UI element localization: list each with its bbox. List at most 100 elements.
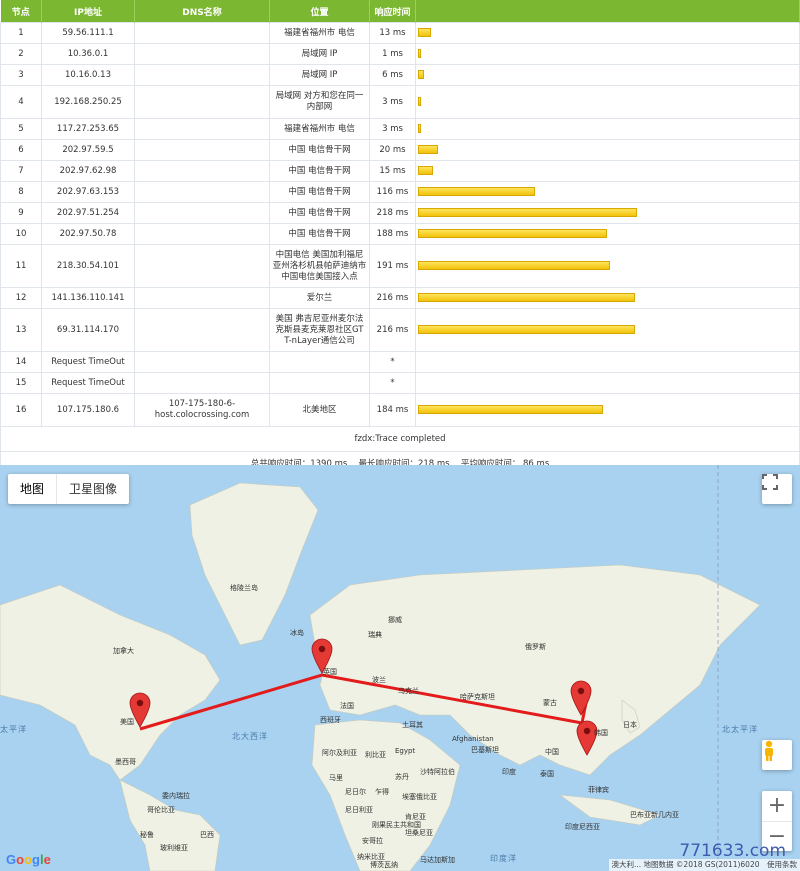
ip-cell: 59.56.111.1: [41, 22, 135, 44]
location-cell: 中国电信 美国加利福尼亚州洛杉机县帕萨迪纳市中国电信美国接入点: [269, 244, 370, 288]
greenland-shape: [189, 482, 319, 646]
trace-row: 2 10.36.0.1 局域网 IP 1 ms: [0, 43, 800, 65]
response-time-cell: 15 ms: [369, 160, 416, 182]
ip-cell: 107.175.180.6: [41, 393, 135, 427]
dns-cell: [134, 85, 270, 119]
trace-row: 1 59.56.111.1 福建省福州市 电信 13 ms: [0, 22, 800, 44]
label-niger: 尼日尔: [345, 788, 366, 796]
col-ip: IP地址: [41, 0, 135, 23]
ip-cell: Request TimeOut: [41, 351, 135, 373]
dns-cell: [134, 118, 270, 140]
label-france: 法国: [340, 702, 354, 710]
dns-cell: [134, 22, 270, 44]
response-time-bar: [418, 27, 431, 37]
response-time-cell: 13 ms: [369, 22, 416, 44]
col-dns: DNS名称: [134, 0, 270, 23]
hop-cell: 12: [0, 287, 42, 309]
ip-cell: 192.168.250.25: [41, 85, 135, 119]
label-chad: 乍得: [375, 788, 389, 796]
label-venezuela: 委内瑞拉: [162, 792, 190, 800]
map-type-map-button[interactable]: 地图: [8, 474, 56, 504]
label-sudan: 苏丹: [395, 773, 409, 781]
pegman-icon: [765, 740, 773, 761]
ip-cell: 10.16.0.13: [41, 64, 135, 86]
map-type-satellite-button[interactable]: 卫星图像: [56, 474, 129, 504]
dns-cell: [134, 202, 270, 224]
label-turkey: 土耳其: [402, 721, 423, 729]
trace-row: 4 192.168.250.25 局域网 对方和您在同一内部网 3 ms: [0, 85, 800, 119]
response-bar-cell: [415, 351, 800, 373]
response-bar-cell: [415, 43, 800, 65]
trace-row: 9 202.97.51.254 中国 电信骨干网 218 ms: [0, 202, 800, 224]
location-cell: [269, 372, 370, 394]
location-cell: 美国 弗吉尼亚州麦尔法克斯县麦克莱恩社区GT T-nLayer通信公司: [269, 308, 370, 352]
zoom-in-button[interactable]: +: [762, 791, 792, 822]
location-cell: 福建省福州市 电信: [269, 118, 370, 140]
label-angola: 安哥拉: [362, 837, 383, 845]
ocean-pacific-left: 太平洋: [0, 725, 27, 734]
map-attribution[interactable]: 澳大利... 地图数据 ©2018 GS(2011)6020 使用条款: [608, 859, 800, 871]
hop-cell: 8: [0, 181, 42, 203]
trace-row: 15 Request TimeOut *: [0, 372, 800, 394]
dns-cell: [134, 64, 270, 86]
label-indonesia: 印度尼西亚: [565, 823, 600, 831]
trace-row: 14 Request TimeOut *: [0, 351, 800, 373]
ip-cell: 141.136.110.141: [41, 287, 135, 309]
response-bar-cell: [415, 139, 800, 161]
response-time-bar: [418, 260, 610, 270]
world-map-canvas: [0, 465, 761, 871]
response-bar-cell: [415, 118, 800, 140]
dns-cell: [134, 351, 270, 373]
response-bar-cell: [415, 393, 800, 427]
response-time-cell: 218 ms: [369, 202, 416, 224]
ip-cell: 117.27.253.65: [41, 118, 135, 140]
label-india: 印度: [502, 768, 516, 776]
response-time-bar: [418, 292, 635, 302]
response-time-bar: [418, 207, 637, 217]
trace-row: 7 202.97.62.98 中国 电信骨干网 15 ms: [0, 160, 800, 182]
trace-row: 5 117.27.253.65 福建省福州市 电信 3 ms: [0, 118, 800, 140]
dns-cell: [134, 223, 270, 245]
fullscreen-button[interactable]: [762, 474, 792, 504]
label-brazil: 巴西: [200, 831, 214, 839]
trace-row: 16 107.175.180.6 107-175-180-6-host.colocr…: [0, 393, 800, 427]
fullscreen-icon: [762, 474, 778, 490]
map-type-control: 地图 卫星图像: [8, 474, 130, 504]
label-tanzania: 坦桑尼亚: [405, 829, 433, 837]
hop-cell: 5: [0, 118, 42, 140]
label-botswana: 博茨瓦纳: [370, 861, 398, 869]
label-korea: 韩国: [594, 729, 608, 737]
location-cell: 北美地区: [269, 393, 370, 427]
label-mali: 马里: [329, 774, 343, 782]
response-bar-cell: [415, 202, 800, 224]
response-time-cell: 3 ms: [369, 118, 416, 140]
response-time-cell: 184 ms: [369, 393, 416, 427]
ip-cell: 218.30.54.101: [41, 244, 135, 288]
ocean-indian: 印度洋: [490, 854, 517, 863]
location-cell: [269, 351, 370, 373]
location-cell: 中国 电信骨干网: [269, 160, 370, 182]
response-time-cell: 6 ms: [369, 64, 416, 86]
response-time-bar: [418, 123, 421, 133]
hop-cell: 2: [0, 43, 42, 65]
response-time-cell: 188 ms: [369, 223, 416, 245]
google-logo[interactable]: Google: [6, 852, 51, 867]
label-pakistan: 巴基斯坦: [471, 746, 499, 754]
hop-cell: 7: [0, 160, 42, 182]
ip-cell: 202.97.62.98: [41, 160, 135, 182]
response-time-bar: [418, 48, 421, 58]
hop-cell: 14: [0, 351, 42, 373]
trace-row: 10 202.97.50.78 中国 电信骨干网 188 ms: [0, 223, 800, 245]
dns-cell: [134, 244, 270, 288]
location-cell: 局域网 对方和您在同一内部网: [269, 85, 370, 119]
label-algeria: 阿尔及利亚: [322, 749, 357, 757]
response-bar-cell: [415, 244, 800, 288]
location-cell: 中国 电信骨干网: [269, 181, 370, 203]
location-cell: 局域网 IP: [269, 43, 370, 65]
col-location: 位置: [269, 0, 370, 23]
street-view-pegman[interactable]: [762, 740, 792, 770]
hop-cell: 13: [0, 308, 42, 352]
label-peru: 秘鲁: [140, 831, 154, 839]
dns-cell: [134, 287, 270, 309]
route-map[interactable]: 格陵兰岛 冰岛 瑞典 挪威 俄罗斯 加拿大 美国 墨西哥 英国 法国 西班牙 波…: [0, 465, 800, 871]
